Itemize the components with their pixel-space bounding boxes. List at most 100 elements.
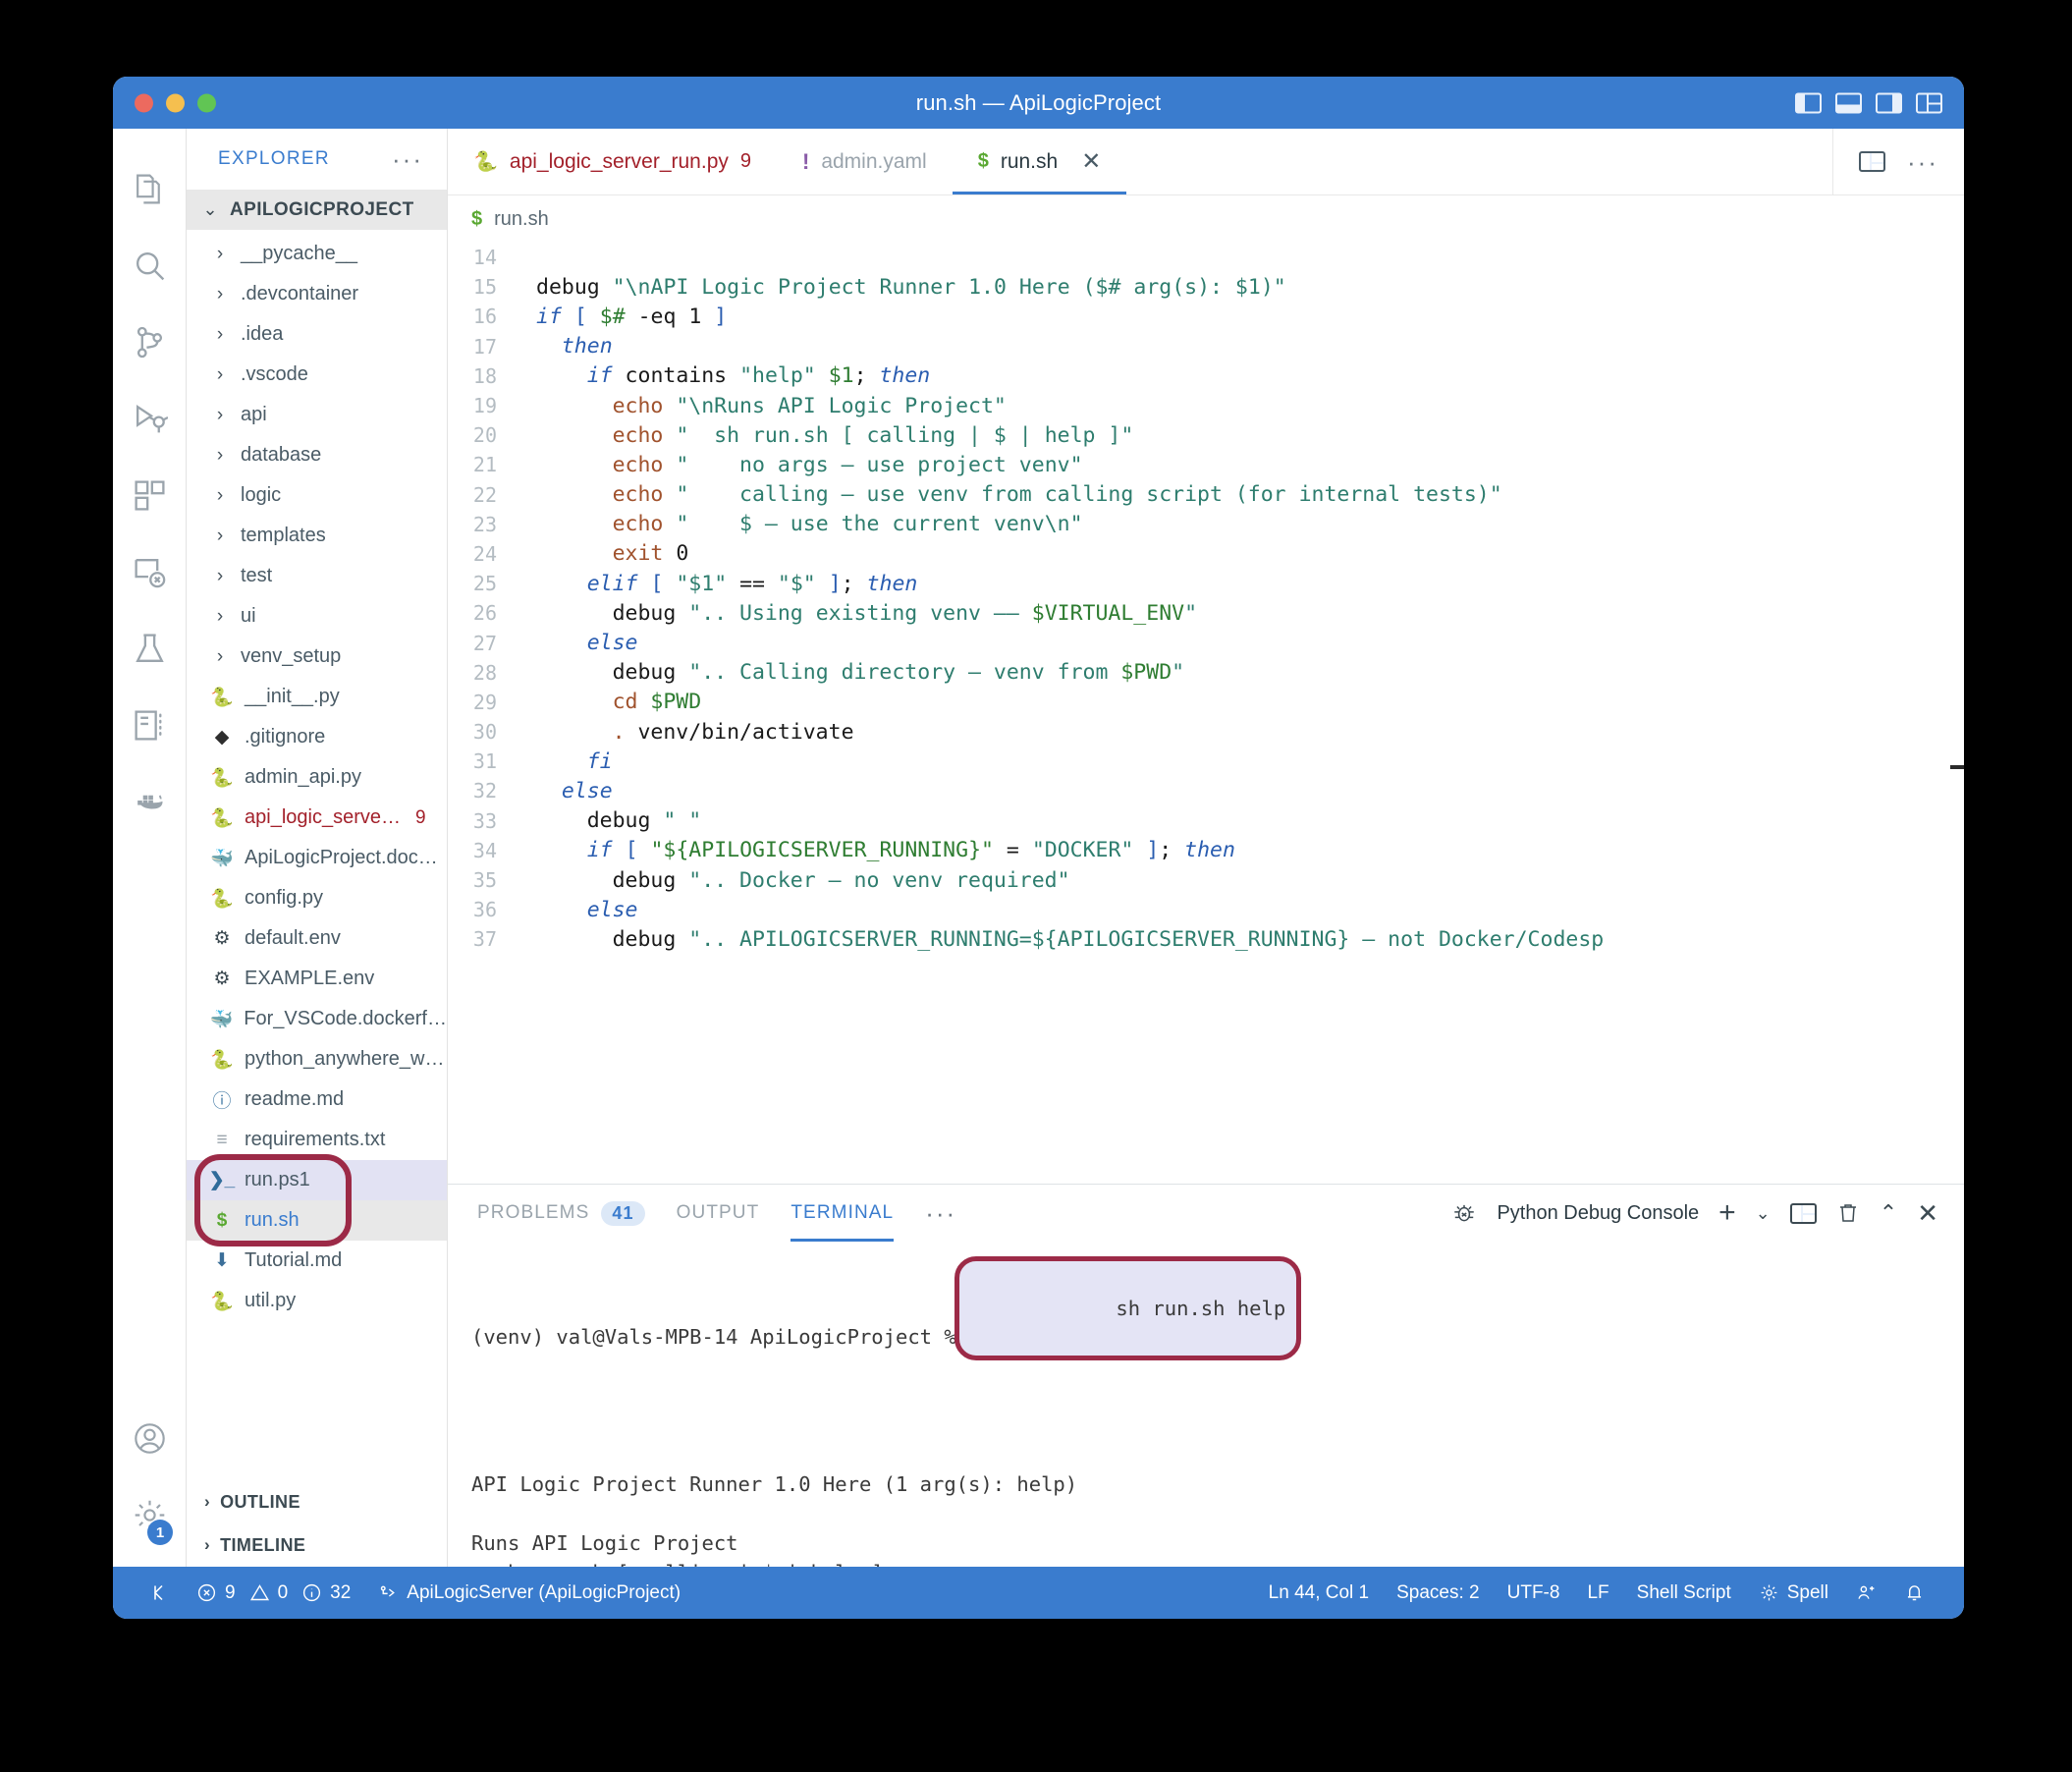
- tree-item-test[interactable]: › test: [187, 556, 447, 596]
- sidebar-item-extensions[interactable]: [113, 457, 187, 533]
- maximize-window-button[interactable]: [197, 93, 216, 112]
- tree-item-config-py[interactable]: 🐍 config.py: [187, 878, 447, 918]
- tree-item-logic[interactable]: › logic: [187, 475, 447, 516]
- breadcrumb[interactable]: $ run.sh: [448, 195, 1964, 243]
- tree-item--pycache-[interactable]: › __pycache__: [187, 234, 447, 274]
- tab-terminal[interactable]: TERMINAL: [775, 1185, 909, 1242]
- layout-grid-icon[interactable]: [1916, 92, 1942, 113]
- code-line[interactable]: 15 debug "\nAPI Logic Project Runner 1.0 …: [448, 272, 1964, 302]
- tree-item-apilogicproject-doc-[interactable]: 🐳 ApiLogicProject.doc…: [187, 838, 447, 878]
- code-line[interactable]: 35 debug ".. Docker — no venv required": [448, 865, 1964, 895]
- encoding[interactable]: UTF-8: [1494, 1582, 1574, 1604]
- code-line[interactable]: 23 echo " $ — use the current venv\n": [448, 510, 1964, 539]
- code-line[interactable]: 25 elif [ "$1" == "$" ]; then: [448, 569, 1964, 598]
- sidebar-item-source-control[interactable]: [113, 304, 187, 380]
- sidebar-item-remote-explorer[interactable]: [113, 533, 187, 610]
- code-line[interactable]: 18 if contains "help" $1; then: [448, 361, 1964, 391]
- tree-item-api[interactable]: › api: [187, 395, 447, 435]
- tree-item-tutorial-md[interactable]: ⬇ Tutorial.md: [187, 1241, 447, 1281]
- tree-item-requirements-txt[interactable]: ≡ requirements.txt: [187, 1120, 447, 1160]
- chevron-up-icon[interactable]: ⌃: [1880, 1200, 1897, 1226]
- split-editor-icon[interactable]: [1859, 151, 1886, 172]
- tree-item--devcontainer[interactable]: › .devcontainer: [187, 274, 447, 314]
- code-line[interactable]: 33 debug " ": [448, 806, 1964, 836]
- sidebar-item-run-and-debug[interactable]: [113, 380, 187, 457]
- code-line[interactable]: 30 . venv/bin/activate: [448, 717, 1964, 747]
- tab-admin-yaml[interactable]: ! admin.yaml: [777, 129, 953, 194]
- scrollbar-marker[interactable]: [1950, 765, 1964, 769]
- problems-status[interactable]: 9 0 32: [183, 1582, 364, 1604]
- panel-actions[interactable]: Python Debug Console + ⌄ ⌃ ✕: [1451, 1198, 1938, 1229]
- close-icon[interactable]: ✕: [1081, 147, 1101, 176]
- tree-item-python-anywhere-w-[interactable]: 🐍 python_anywhere_w…: [187, 1039, 447, 1080]
- sidebar-item-docker[interactable]: [113, 763, 187, 840]
- account-icon[interactable]: [113, 1400, 187, 1476]
- tree-item-for-vscode-dockerf-[interactable]: 🐳 For_VSCode.dockerf…: [187, 999, 447, 1039]
- code-line[interactable]: 27 else: [448, 628, 1964, 657]
- code-line[interactable]: 16 if [ $# -eq 1 ]: [448, 302, 1964, 331]
- code-line[interactable]: 14: [448, 243, 1964, 272]
- tab-run-sh[interactable]: $ run.sh ✕: [952, 129, 1127, 194]
- sidebar-item-search[interactable]: [113, 227, 187, 304]
- tree-item--init-py[interactable]: 🐍 __init__.py: [187, 677, 447, 717]
- code-line[interactable]: 28 debug ".. Calling directory — venv fro…: [448, 658, 1964, 688]
- sidebar-item-explorer[interactable]: [113, 150, 187, 227]
- panel-left-icon[interactable]: [1795, 92, 1822, 113]
- code-line[interactable]: 21 echo " no args — use project venv": [448, 450, 1964, 479]
- tree-item--gitignore[interactable]: ◆ .gitignore: [187, 717, 447, 757]
- tree-item--idea[interactable]: › .idea: [187, 314, 447, 355]
- tree-item-ui[interactable]: › ui: [187, 596, 447, 637]
- code-line[interactable]: 34 if [ "${APILOGICSERVER_RUNNING}" = "DO…: [448, 836, 1964, 865]
- code-line[interactable]: 20 echo " sh run.sh [ calling | $ | help …: [448, 420, 1964, 450]
- tree-item--vscode[interactable]: › .vscode: [187, 355, 447, 395]
- live-share-button[interactable]: [1842, 1582, 1890, 1603]
- code-line[interactable]: 19 echo "\nRuns API Logic Project": [448, 391, 1964, 420]
- tab-output[interactable]: OUTPUT: [661, 1185, 776, 1242]
- project-root-row[interactable]: ⌄ APILOGICPROJECT: [187, 190, 447, 230]
- close-icon[interactable]: ✕: [1917, 1198, 1938, 1229]
- code-line[interactable]: 24 exit 0: [448, 539, 1964, 569]
- tree-item-database[interactable]: › database: [187, 435, 447, 475]
- code-editor[interactable]: 14 15 debug "\nAPI Logic Project Runner 1.…: [448, 243, 1964, 1184]
- panel-right-icon[interactable]: [1876, 92, 1902, 113]
- tree-item-util-py[interactable]: 🐍 util.py: [187, 1281, 447, 1321]
- spell-status[interactable]: Spell: [1745, 1582, 1842, 1604]
- minimize-window-button[interactable]: [166, 93, 185, 112]
- code-line[interactable]: 26 debug ".. Using existing venv —— $VIRT…: [448, 598, 1964, 628]
- sidebar-panel-timeline[interactable]: › TIMELINE: [187, 1523, 447, 1567]
- indentation[interactable]: Spaces: 2: [1383, 1582, 1494, 1604]
- tree-item-api-logic-serve-[interactable]: 🐍 api_logic_serve… 9: [187, 798, 447, 838]
- code-line[interactable]: 31 fi: [448, 747, 1964, 776]
- tree-item-templates[interactable]: › templates: [187, 516, 447, 556]
- tree-item-example-env[interactable]: ⚙ EXAMPLE.env: [187, 959, 447, 999]
- chevron-down-icon[interactable]: ⌄: [1756, 1203, 1771, 1224]
- line-ending[interactable]: LF: [1573, 1582, 1622, 1604]
- code-line[interactable]: 32 else: [448, 776, 1964, 805]
- code-line[interactable]: 17 then: [448, 332, 1964, 361]
- code-line[interactable]: 37 debug ".. APILOGICSERVER_RUNNING=${API…: [448, 924, 1964, 954]
- terminal-output[interactable]: (venv) val@Vals-MPB-14 ApiLogicProject %…: [448, 1242, 1964, 1567]
- gear-icon[interactable]: 1: [113, 1476, 187, 1553]
- tree-item-run-ps1[interactable]: ❯_ run.ps1: [187, 1160, 447, 1200]
- tree-item-run-sh[interactable]: $ run.sh: [187, 1200, 447, 1241]
- sidebar-item-notebook[interactable]: [113, 687, 187, 763]
- remote-window-button[interactable]: [135, 1582, 183, 1603]
- cursor-position[interactable]: Ln 44, Col 1: [1255, 1582, 1383, 1604]
- layout-controls[interactable]: [1795, 92, 1942, 113]
- panel-bottom-icon[interactable]: [1835, 92, 1862, 113]
- tab-api-logic-server-run-py[interactable]: 🐍 api_logic_server_run.py 9: [448, 129, 777, 194]
- server-status[interactable]: ApiLogicServer (ApiLogicProject): [364, 1582, 694, 1604]
- tab-problems[interactable]: PROBLEMS 41: [462, 1185, 661, 1242]
- sidebar-item-testing[interactable]: [113, 610, 187, 687]
- code-line[interactable]: 29 cd $PWD: [448, 688, 1964, 717]
- file-tree[interactable]: › __pycache__ › .devcontainer › .idea › .vscode…: [187, 230, 447, 1480]
- tree-item-default-env[interactable]: ⚙ default.env: [187, 918, 447, 959]
- tree-item-venv-setup[interactable]: › venv_setup: [187, 637, 447, 677]
- language-mode[interactable]: Shell Script: [1623, 1582, 1745, 1604]
- sidebar-panel-outline[interactable]: › OUTLINE: [187, 1480, 447, 1523]
- notifications-button[interactable]: [1890, 1582, 1938, 1603]
- tree-item-readme-md[interactable]: ⓘ readme.md: [187, 1080, 447, 1120]
- editor-actions[interactable]: ···: [1832, 129, 1964, 194]
- split-terminal-icon[interactable]: [1789, 1202, 1817, 1224]
- code-line[interactable]: 36 else: [448, 895, 1964, 924]
